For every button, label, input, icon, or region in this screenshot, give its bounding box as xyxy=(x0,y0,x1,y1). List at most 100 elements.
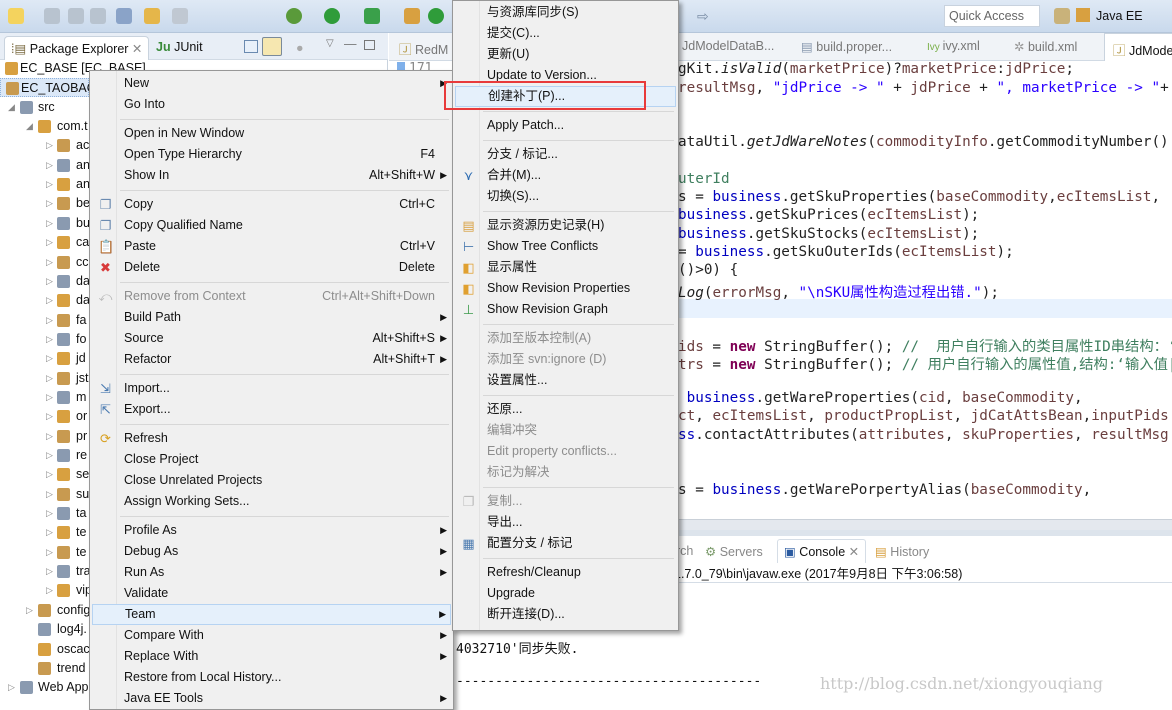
menu-item-s[interactable]: 与资源库同步(S) xyxy=(455,2,676,23)
menu-item-h[interactable]: ▤ 显示资源历史记录(H) xyxy=(455,215,676,236)
expand-arrow-icon[interactable]: ▷ xyxy=(46,562,53,581)
editor-tab-redm[interactable]: 🄹 RedM xyxy=(399,39,448,58)
quick-access-input[interactable]: Quick Access xyxy=(944,5,1040,27)
menu-item-delete[interactable]: ✖ Delete Delete xyxy=(92,257,451,278)
new-wizard-icon[interactable] xyxy=(8,8,24,24)
menu-item-compare-with[interactable]: Compare With ▶ xyxy=(92,625,451,646)
menu-item-copy[interactable]: ❐ Copy Ctrl+C xyxy=(92,194,451,215)
expand-arrow-icon[interactable]: ▷ xyxy=(46,465,53,484)
expand-arrow-icon[interactable]: ▷ xyxy=(46,136,53,155)
save-icon[interactable] xyxy=(44,8,60,24)
filter-icon[interactable]: ● xyxy=(296,41,304,55)
menu-item-refresh-cleanup[interactable]: Refresh/Cleanup xyxy=(455,562,676,583)
menu-item-show-in[interactable]: Show In Alt+Shift+W ▶ xyxy=(92,165,451,186)
menu-item-assign-working-sets[interactable]: Assign Working Sets... xyxy=(92,491,451,512)
expand-arrow-icon[interactable]: ◢ xyxy=(26,117,33,136)
menu-item-refactor[interactable]: Refactor Alt+Shift+T ▶ xyxy=(92,349,451,370)
menu-item-s[interactable]: 切换(S)... xyxy=(455,186,676,207)
expand-arrow-icon[interactable]: ▷ xyxy=(46,194,53,213)
menu-item-replace-with[interactable]: Replace With ▶ xyxy=(92,646,451,667)
external-tools-icon[interactable] xyxy=(364,8,380,24)
menu-item-item-2-0[interactable]: 分支 / 标记... xyxy=(455,144,676,165)
expand-arrow-icon[interactable]: ▷ xyxy=(46,369,53,388)
menu-item-debug-as[interactable]: Debug As ▶ xyxy=(92,541,451,562)
menu-item-go-into[interactable]: Go Into xyxy=(92,94,451,115)
tab-package-explorer[interactable]: ⁞▤ Package Explorer ✕ xyxy=(4,36,150,60)
menu-item-c[interactable]: 提交(C)... xyxy=(455,23,676,44)
tab-junit[interactable]: Ju JUnit xyxy=(150,36,209,60)
menu-item-item-5-0[interactable]: 还原... xyxy=(455,399,676,420)
menu-item-build-path[interactable]: Build Path ▶ xyxy=(92,307,451,328)
expand-arrow-icon[interactable]: ▷ xyxy=(8,678,15,697)
menu-item-copy-qualified-name[interactable]: ❐ Copy Qualified Name xyxy=(92,215,451,236)
expand-arrow-icon[interactable]: ▷ xyxy=(46,485,53,504)
expand-arrow-icon[interactable]: ▷ xyxy=(46,407,53,426)
menu-item-u[interactable]: 更新(U) xyxy=(455,44,676,65)
maximize-icon[interactable] xyxy=(364,40,375,50)
expand-arrow-icon[interactable]: ▷ xyxy=(46,291,53,310)
menu-item-run-as[interactable]: Run As ▶ xyxy=(92,562,451,583)
view-menu-icon[interactable]: ▽ xyxy=(326,38,334,49)
expand-arrow-icon[interactable]: ▷ xyxy=(46,330,53,349)
menu-item-source[interactable]: Source Alt+Shift+S ▶ xyxy=(92,328,451,349)
menu-item-open-type-hierarchy[interactable]: Open Type Hierarchy F4 xyxy=(92,144,451,165)
menu-item-new[interactable]: New ▶ xyxy=(92,73,451,94)
menu-item-import[interactable]: ⇲ Import... xyxy=(92,378,451,399)
expand-arrow-icon[interactable]: ▷ xyxy=(46,523,53,542)
menu-item-restore-from-local-history[interactable]: Restore from Local History... xyxy=(92,667,451,688)
expand-arrow-icon[interactable]: ▷ xyxy=(46,581,53,600)
skip-breakpoints-icon[interactable] xyxy=(116,8,132,24)
minimize-icon[interactable]: — xyxy=(344,37,357,51)
save-all-icon[interactable] xyxy=(68,8,84,24)
menu-item-show-revision-properties[interactable]: ◧ Show Revision Properties xyxy=(455,278,676,299)
menu-item-close-unrelated-projects[interactable]: Close Unrelated Projects xyxy=(92,470,451,491)
expand-arrow-icon[interactable]: ▷ xyxy=(46,349,53,368)
expand-arrow-icon[interactable]: ▷ xyxy=(46,175,53,194)
link-with-editor-icon[interactable] xyxy=(262,37,282,56)
forward-icon[interactable]: ⇨ xyxy=(697,8,713,24)
new-package-icon[interactable] xyxy=(404,8,420,24)
close-icon[interactable]: ✕ xyxy=(132,42,142,56)
perspective-java-ee[interactable]: Java EE xyxy=(1076,8,1143,23)
menu-item-apply-patch[interactable]: Apply Patch... xyxy=(455,115,676,136)
menu-item-m[interactable]: ⋎ 合并(M)... xyxy=(455,165,676,186)
editor-tab-build-xml[interactable]: ✲ build.xml xyxy=(1014,39,1077,54)
tree-item[interactable]: EC_TAOBAO xyxy=(0,78,96,98)
menu-item-item-4-2[interactable]: 设置属性... xyxy=(455,370,676,391)
menu-item-upgrade[interactable]: Upgrade xyxy=(455,583,676,604)
tab-history[interactable]: ▤ History xyxy=(875,544,929,559)
expand-arrow-icon[interactable]: ▷ xyxy=(46,543,53,562)
editor-tab-jdmodeldatab[interactable]: JdModelDataB... xyxy=(682,39,774,53)
open-perspective-icon[interactable] xyxy=(1054,8,1070,24)
menu-item-team[interactable]: Team ▶ xyxy=(92,604,451,625)
tab-servers[interactable]: ⚙ Servers xyxy=(705,544,763,559)
collapse-all-icon[interactable] xyxy=(244,40,258,53)
editor-tab-ivy-xml[interactable]: Ivy ivy.xml xyxy=(927,39,980,53)
menu-item-open-in-new-window[interactable]: Open in New Window xyxy=(92,123,451,144)
expand-arrow-icon[interactable]: ▷ xyxy=(46,214,53,233)
expand-arrow-icon[interactable]: ▷ xyxy=(46,427,53,446)
expand-arrow-icon[interactable]: ▷ xyxy=(46,272,53,291)
menu-item-d[interactable]: 断开连接(D)... xyxy=(455,604,676,625)
open-type-icon[interactable] xyxy=(172,8,188,24)
expand-arrow-icon[interactable]: ▷ xyxy=(46,504,53,523)
expand-arrow-icon[interactable]: ▷ xyxy=(46,388,53,407)
menu-item-paste[interactable]: 📋 Paste Ctrl+V xyxy=(92,236,451,257)
sync-icon[interactable] xyxy=(144,8,160,24)
expand-arrow-icon[interactable]: ▷ xyxy=(46,446,53,465)
menu-item-profile-as[interactable]: Profile As ▶ xyxy=(92,520,451,541)
menu-item-item-6-1[interactable]: 导出... xyxy=(455,512,676,533)
menu-item-validate[interactable]: Validate xyxy=(92,583,451,604)
editor-tab-jdmodel[interactable]: 🄹 JdModel xyxy=(1104,33,1172,61)
expand-arrow-icon[interactable]: ◢ xyxy=(8,98,15,117)
menu-item-item-3-2[interactable]: ◧ 显示属性 xyxy=(455,257,676,278)
close-icon[interactable]: ✕ xyxy=(849,545,859,559)
menu-item-close-project[interactable]: Close Project xyxy=(92,449,451,470)
menu-item-java-ee-tools[interactable]: Java EE Tools ▶ xyxy=(92,688,451,709)
expand-arrow-icon[interactable]: ▷ xyxy=(26,601,33,620)
menu-item-export[interactable]: ⇱ Export... xyxy=(92,399,451,420)
menu-item-item-6-2[interactable]: ▦ 配置分支 / 标记 xyxy=(455,533,676,554)
menu-item-show-tree-conflicts[interactable]: ⊢ Show Tree Conflicts xyxy=(455,236,676,257)
expand-arrow-icon[interactable]: ▷ xyxy=(46,311,53,330)
expand-arrow-icon[interactable]: ▷ xyxy=(46,233,53,252)
